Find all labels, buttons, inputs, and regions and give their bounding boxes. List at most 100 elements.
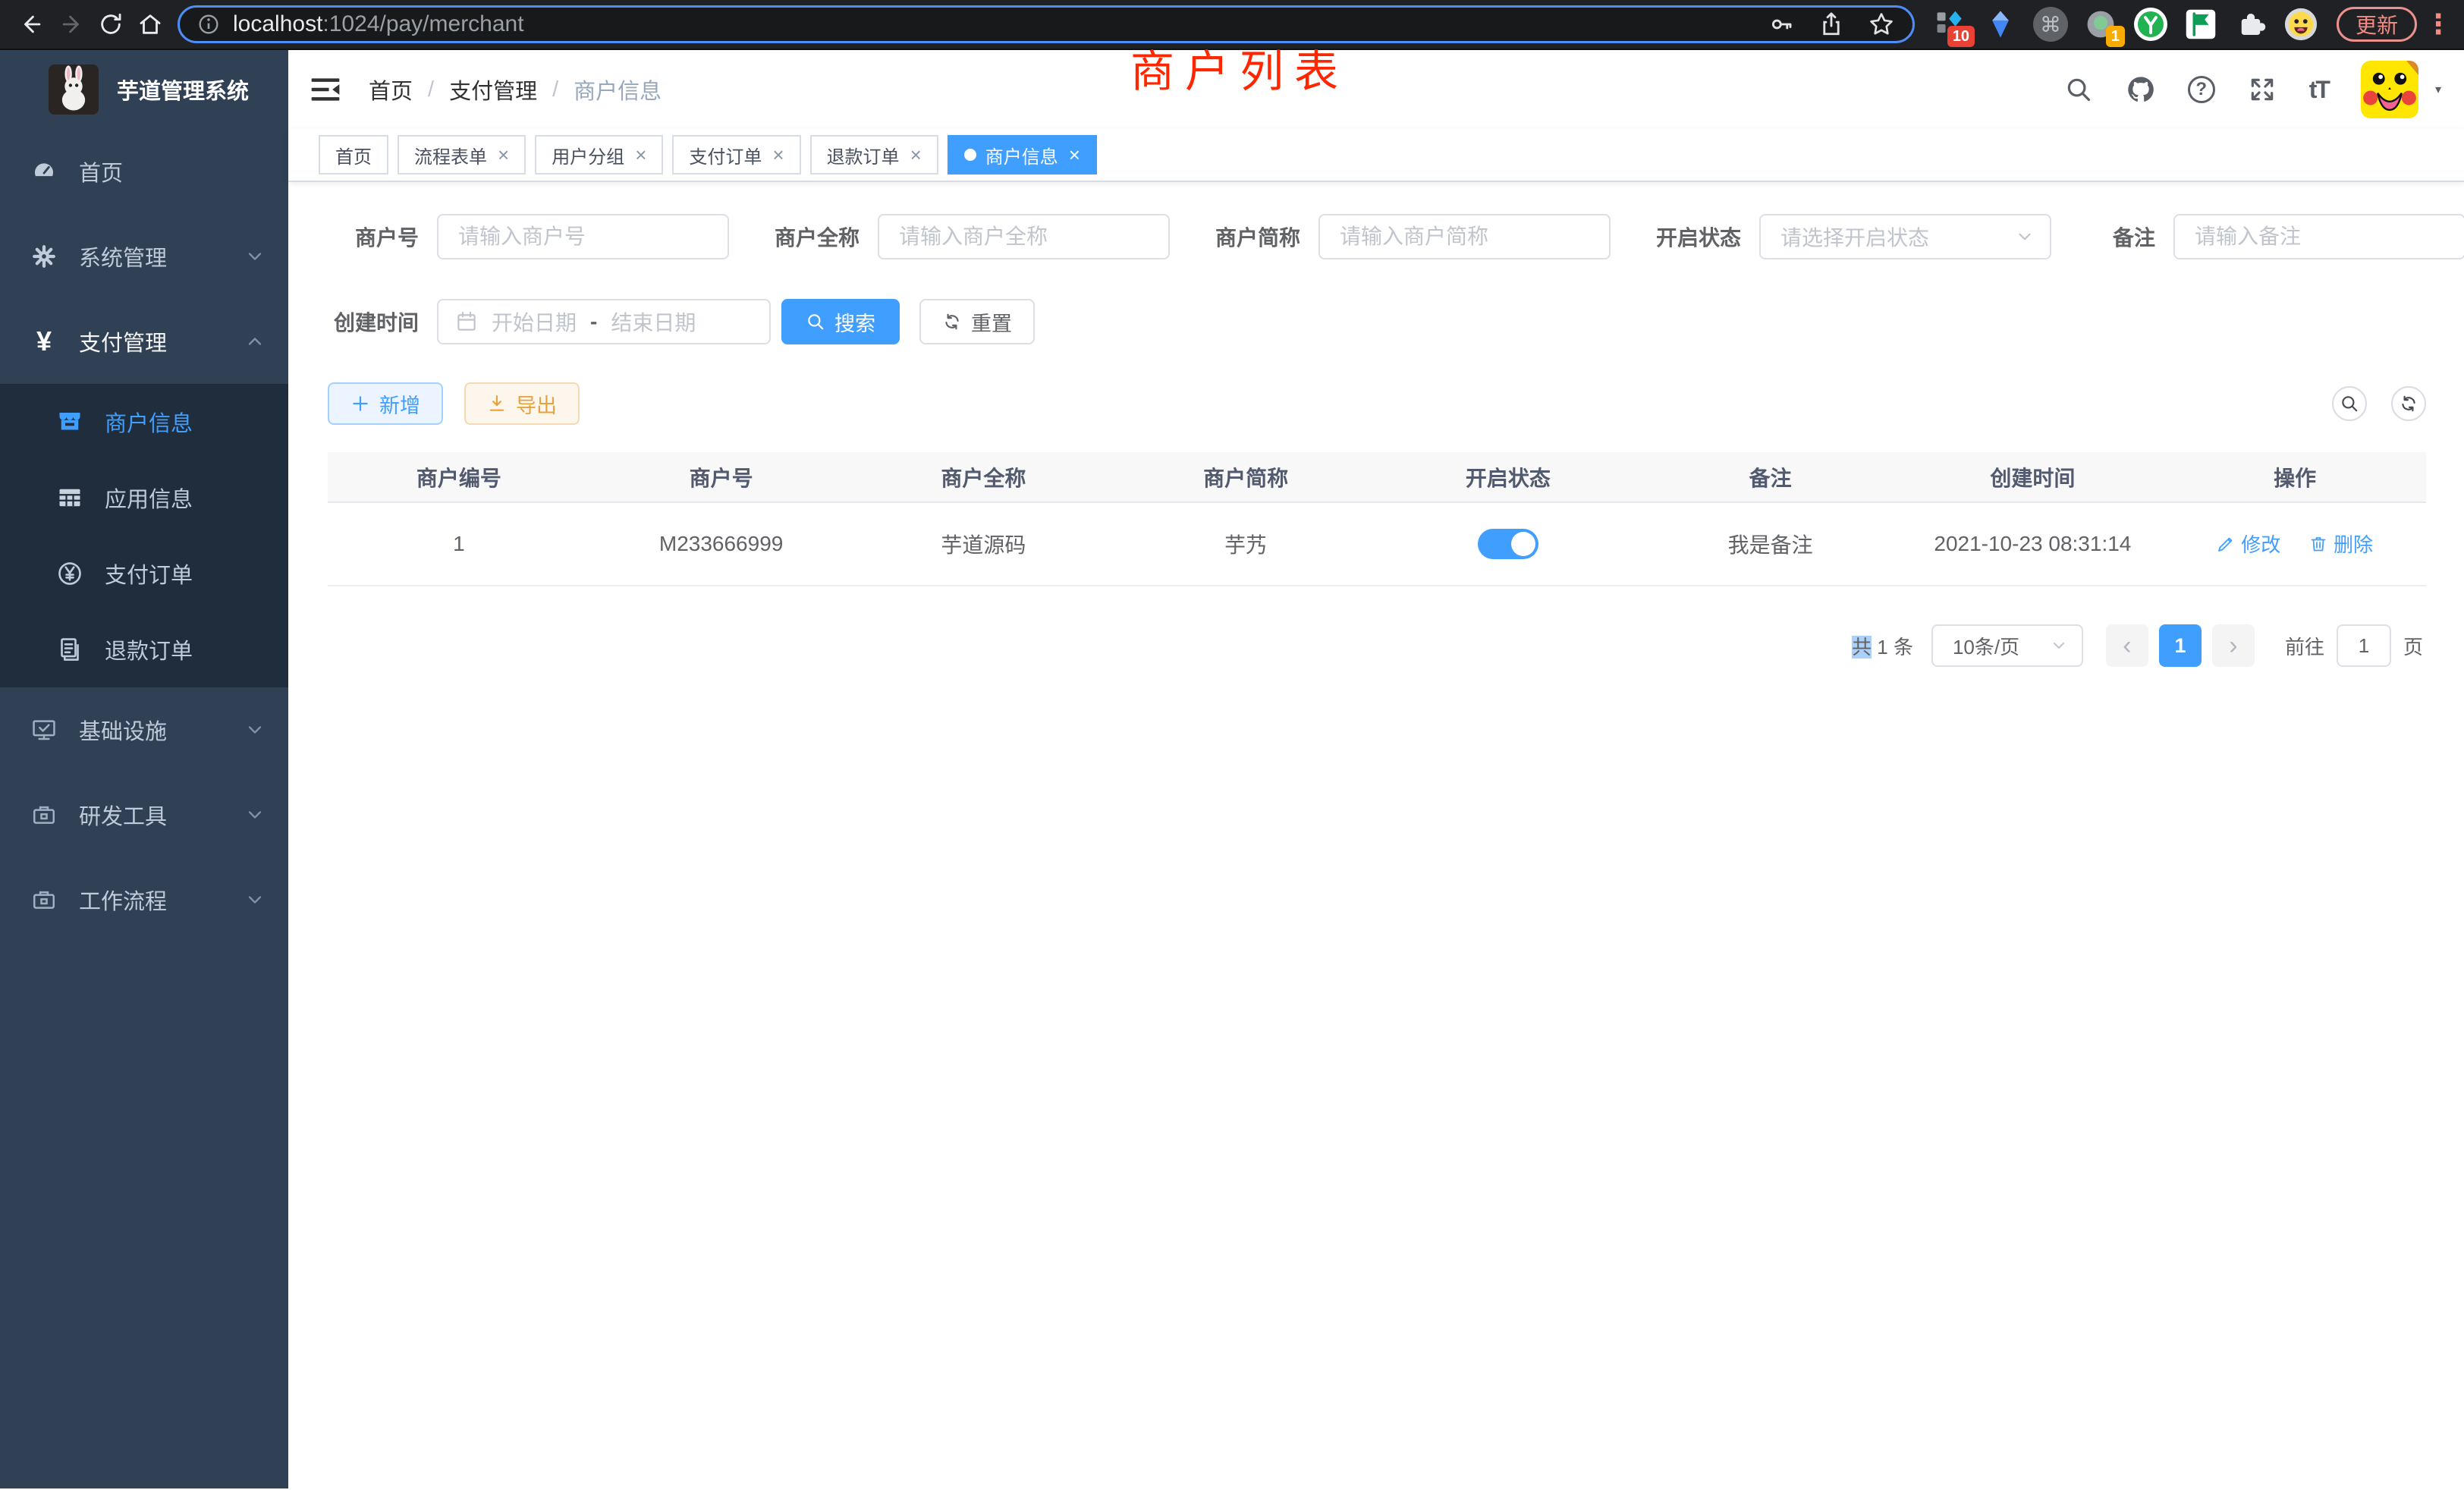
sidebar-item-app-info[interactable]: 应用信息 <box>0 460 288 536</box>
browser-reload-icon[interactable] <box>91 5 130 44</box>
trash-icon <box>2309 535 2327 553</box>
help-icon[interactable]: ? <box>2188 76 2215 103</box>
breadcrumb-item-current: 商户信息 <box>574 74 662 105</box>
sidebar-item-label: 商户信息 <box>105 406 193 438</box>
calendar-icon <box>455 310 478 333</box>
column-header: 创建时间 <box>1902 452 2164 502</box>
browser-update-button[interactable]: 更新 <box>2337 7 2417 42</box>
bookmark-star-icon[interactable] <box>1867 10 1896 39</box>
yen-icon: ¥ <box>30 328 58 355</box>
merchant-no-input[interactable] <box>437 214 729 259</box>
filter-label: 商户号 <box>320 222 419 252</box>
sidebar: 芋道管理系统 首页 系统管理 ¥ 支付管理 <box>0 50 288 1488</box>
font-size-icon[interactable]: tT <box>2309 76 2329 104</box>
refresh-table-button[interactable] <box>2391 386 2426 421</box>
breadcrumb-item[interactable]: 首页 <box>369 74 413 105</box>
extension-kite-icon[interactable] <box>1979 3 2022 46</box>
toolbox-icon <box>30 801 58 828</box>
browser-toolbar: localhost:1024/pay/merchant 10 ⌘ 1 更新 <box>0 0 2464 50</box>
add-button[interactable]: 新增 <box>328 382 443 425</box>
export-button[interactable]: 导出 <box>464 382 580 425</box>
close-icon[interactable]: × <box>1069 145 1080 165</box>
sidebar-item-pay-order[interactable]: 支付订单 <box>0 536 288 611</box>
sidebar-item-infrastructure[interactable]: 基础设施 <box>0 687 288 772</box>
reset-button[interactable]: 重置 <box>919 299 1035 344</box>
page-size-select[interactable]: 10条/页 <box>1931 624 2083 667</box>
github-icon[interactable] <box>2126 74 2156 105</box>
browser-profile-avatar[interactable] <box>2280 3 2322 46</box>
url-text: localhost:1024/pay/merchant <box>233 11 524 37</box>
app-title: 芋道管理系统 <box>117 74 249 105</box>
extension-flag-icon[interactable] <box>2180 3 2222 46</box>
header-search-icon[interactable] <box>2063 74 2094 105</box>
tab-user-group[interactable]: 用户分组 × <box>535 135 663 174</box>
toggle-search-button[interactable] <box>2332 386 2367 421</box>
sidebar-item-label: 应用信息 <box>105 482 193 514</box>
next-page-button[interactable]: › <box>2212 624 2255 667</box>
sidebar-item-dev-tools[interactable]: 研发工具 <box>0 772 288 857</box>
extension-y-icon[interactable] <box>2129 3 2172 46</box>
close-icon[interactable]: × <box>910 145 922 165</box>
chevron-down-icon <box>2015 227 2035 247</box>
plus-icon <box>350 394 370 413</box>
tab-pay-order[interactable]: 支付订单 × <box>672 135 800 174</box>
sidebar-item-workflow[interactable]: 工作流程 <box>0 857 288 942</box>
chevron-down-icon <box>244 889 266 910</box>
browser-back-icon[interactable] <box>12 5 52 44</box>
tab-process-form[interactable]: 流程表单 × <box>398 135 526 174</box>
app-logo-row[interactable]: 芋道管理系统 <box>0 50 288 129</box>
extensions-puzzle-icon[interactable] <box>2230 3 2272 46</box>
fullscreen-icon[interactable] <box>2247 74 2277 105</box>
column-header: 开启状态 <box>1377 452 1639 502</box>
jump-suffix: 页 <box>2403 632 2423 660</box>
refresh-icon <box>942 312 962 332</box>
extension-recorder-icon[interactable]: 1 <box>2079 3 2122 46</box>
breadcrumb-separator: / <box>428 77 434 102</box>
sidebar-item-home[interactable]: 首页 <box>0 129 288 214</box>
full-name-input[interactable] <box>878 214 1170 259</box>
delete-link[interactable]: 删除 <box>2309 530 2373 558</box>
jump-page-input[interactable] <box>2337 624 2391 667</box>
close-icon[interactable]: × <box>772 145 784 165</box>
tab-merchant-info[interactable]: 商户信息 × <box>948 135 1097 174</box>
tab-refund-order[interactable]: 退款订单 × <box>810 135 938 174</box>
sidebar-item-payment[interactable]: ¥ 支付管理 <box>0 299 288 384</box>
sidebar-item-merchant-info[interactable]: 商户信息 <box>0 384 288 460</box>
remark-input[interactable] <box>2173 214 2464 259</box>
sidebar-item-refund-order[interactable]: 退款订单 <box>0 611 288 687</box>
url-bar[interactable]: localhost:1024/pay/merchant <box>178 5 1915 43</box>
page-number-button[interactable]: 1 <box>2159 624 2202 667</box>
create-time-range-picker[interactable]: 开始日期 - 结束日期 <box>437 299 771 344</box>
status-select[interactable]: 请选择开启状态 <box>1759 214 2051 259</box>
cell-merchant-no: M233666999 <box>590 502 853 586</box>
sidebar-item-system[interactable]: 系统管理 <box>0 214 288 299</box>
sidebar-menu: 首页 系统管理 ¥ 支付管理 <box>0 129 288 942</box>
short-name-input[interactable] <box>1318 214 1611 259</box>
sidebar-item-label: 首页 <box>79 156 123 187</box>
search-button[interactable]: 搜索 <box>781 299 900 344</box>
sidebar-item-label: 工作流程 <box>79 884 167 916</box>
gear-icon <box>30 243 58 270</box>
info-icon[interactable] <box>196 12 221 36</box>
close-icon[interactable]: × <box>498 145 509 165</box>
range-separator: - <box>590 310 597 334</box>
key-icon[interactable] <box>1767 10 1796 39</box>
browser-menu-icon[interactable]: ⋮ <box>2425 8 2447 40</box>
user-avatar[interactable] <box>2361 61 2418 118</box>
sidebar-fold-icon[interactable] <box>308 72 343 107</box>
dashboard-icon <box>30 158 58 185</box>
prev-page-button[interactable]: ‹ <box>2106 624 2148 667</box>
tab-home[interactable]: 首页 <box>319 135 388 174</box>
extension-command-icon[interactable]: ⌘ <box>2029 3 2072 46</box>
edit-link[interactable]: 修改 <box>2217 530 2280 558</box>
filter-label: 商户全称 <box>761 222 860 252</box>
breadcrumb-item[interactable]: 支付管理 <box>449 74 537 105</box>
browser-home-icon[interactable] <box>130 5 170 44</box>
share-icon[interactable] <box>1817 10 1846 39</box>
close-icon[interactable]: × <box>635 145 646 165</box>
browser-forward-icon[interactable] <box>52 5 91 44</box>
extension-grid-icon[interactable]: 10 <box>1929 3 1972 46</box>
table-header-row: 商户编号 商户号 商户全称 商户简称 开启状态 备注 创建时间 操作 <box>328 452 2426 502</box>
status-toggle[interactable] <box>1478 529 1538 559</box>
caret-down-icon[interactable]: ▾ <box>2435 82 2441 97</box>
